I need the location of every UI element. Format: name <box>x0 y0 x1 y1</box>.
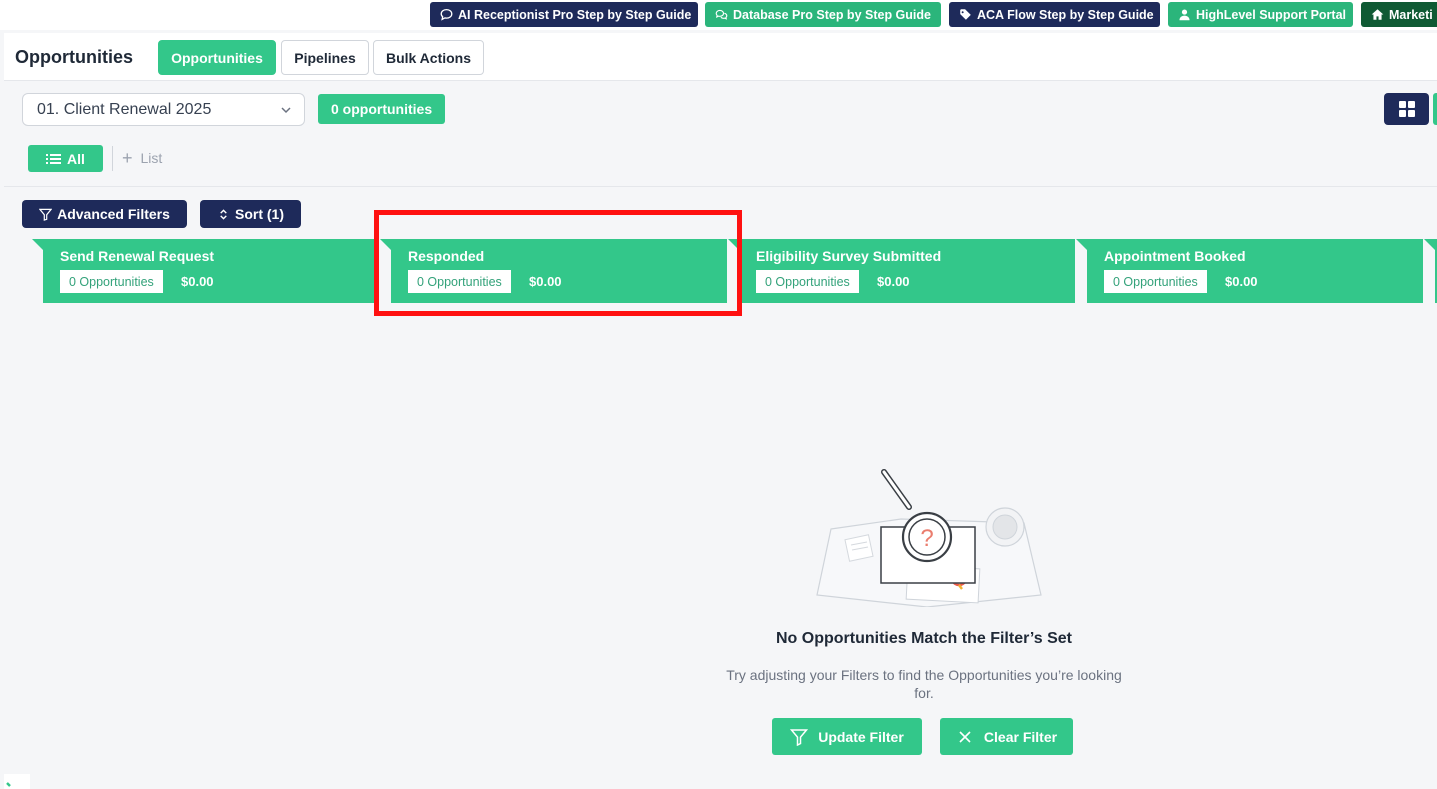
update-filter-button[interactable]: Update Filter <box>772 718 922 755</box>
stage-amount: $0.00 <box>529 274 562 289</box>
guide-label: Database Pro Step by Step Guide <box>733 7 931 22</box>
funnel-icon <box>790 728 809 746</box>
stage-amount: $0.00 <box>1225 274 1258 289</box>
sort-label: Sort (1) <box>235 206 284 222</box>
guide-aca-flow-button[interactable]: ACA Flow Step by Step Guide <box>949 2 1160 27</box>
stage-name: Eligibility Survey Submitted <box>756 248 942 264</box>
update-filter-label: Update Filter <box>818 728 904 745</box>
view-all-label: All <box>67 150 85 167</box>
clear-filter-label: Clear Filter <box>983 728 1058 745</box>
stage-amount: $0.00 <box>181 274 214 289</box>
tag-icon <box>960 9 971 20</box>
plus-icon: + <box>122 148 133 168</box>
stage-count-badge: 0 Opportunities <box>408 270 511 293</box>
advanced-filters-button[interactable]: Advanced Filters <box>22 200 187 228</box>
guide-ai-receptionist-button[interactable]: AI Receptionist Pro Step by Step Guide <box>430 2 698 27</box>
tab-bulk-actions[interactable]: Bulk Actions <box>373 40 484 75</box>
stage-fold-corner <box>380 239 391 250</box>
stage-name: Appointment Booked <box>1104 248 1246 264</box>
chat-bubble-icon <box>440 8 453 21</box>
stage-fold-corner <box>1076 239 1087 250</box>
pipeline-select[interactable]: 01. Client Renewal 2025 <box>22 93 305 126</box>
section-divider <box>4 186 1437 187</box>
guide-label: AI Receptionist Pro Step by Step Guide <box>458 7 692 22</box>
stage-send-renewal-request[interactable]: Send Renewal Request 0 Opportunities $0.… <box>32 239 378 303</box>
guide-support-portal-button[interactable]: HighLevel Support Portal <box>1168 2 1353 27</box>
stage-count-badge: 0 Opportunities <box>1104 270 1207 293</box>
stage-name: Responded <box>408 248 485 264</box>
guide-database-button[interactable]: Database Pro Step by Step Guide <box>705 2 941 27</box>
clear-filter-button[interactable]: Clear Filter <box>940 718 1073 755</box>
empty-state-description: Try adjusting your Filters to find the O… <box>726 667 1122 701</box>
view-separator <box>112 146 113 171</box>
funnel-icon <box>39 208 53 221</box>
empty-state-title: No Opportunities Match the Filter’s Set <box>775 630 1073 647</box>
guide-bar: AI Receptionist Pro Step by Step Guide D… <box>0 0 1437 30</box>
stage-count-badge: 0 Opportunities <box>756 270 859 293</box>
stage-fold-corner <box>728 239 739 250</box>
page-header: Opportunities Opportunities Pipelines Bu… <box>4 33 1437 81</box>
opportunity-count-badge: 0 opportunities <box>318 94 446 124</box>
advanced-filters-label: Advanced Filters <box>57 206 170 222</box>
user-icon <box>1179 9 1190 21</box>
guide-marketing-button[interactable]: Marketi <box>1361 2 1437 27</box>
view-all-button[interactable]: All <box>28 145 103 172</box>
list-view-button[interactable] <box>1433 93 1437 125</box>
chat-bubbles-icon <box>715 9 728 20</box>
guide-label: HighLevel Support Portal <box>1196 7 1347 22</box>
tab-opportunities[interactable]: Opportunities <box>158 40 276 75</box>
chevron-down-icon <box>281 107 291 114</box>
sort-icon <box>220 208 227 220</box>
page-title: Opportunities <box>15 47 133 67</box>
stage-fold-corner <box>32 239 43 250</box>
content-area: 01. Client Renewal 2025 0 opportunities … <box>4 82 1437 789</box>
guide-label: Marketi <box>1389 7 1433 22</box>
grid-icon <box>1398 101 1415 117</box>
stage-appointment-booked[interactable]: Appointment Booked 0 Opportunities $0.00 <box>1076 239 1423 303</box>
close-icon <box>959 730 971 743</box>
check-icon <box>6 782 11 787</box>
svg-text:?: ? <box>920 525 933 552</box>
stage-name: Send Renewal Request <box>60 248 215 264</box>
stage-amount: $0.00 <box>877 274 910 289</box>
empty-state-illustration-icon: ? <box>816 469 1042 607</box>
add-list-label: List <box>140 150 163 166</box>
stage-eligibility-survey-submitted[interactable]: Eligibility Survey Submitted 0 Opportuni… <box>728 239 1075 303</box>
home-icon <box>1371 9 1384 20</box>
stage-count-badge: 0 Opportunities <box>60 270 163 293</box>
collapse-toggle[interactable] <box>4 774 30 789</box>
pipeline-select-value: 01. Client Renewal 2025 <box>37 100 212 118</box>
tab-pipelines[interactable]: Pipelines <box>281 40 369 75</box>
grid-view-button[interactable] <box>1384 93 1429 125</box>
stage-responded[interactable]: Responded 0 Opportunities $0.00 <box>380 239 727 303</box>
add-list-button[interactable]: + List <box>122 148 163 168</box>
stage-fold-corner <box>1424 239 1435 250</box>
sort-button[interactable]: Sort (1) <box>200 200 301 228</box>
list-icon <box>46 153 62 164</box>
guide-label: ACA Flow Step by Step Guide <box>977 7 1154 22</box>
